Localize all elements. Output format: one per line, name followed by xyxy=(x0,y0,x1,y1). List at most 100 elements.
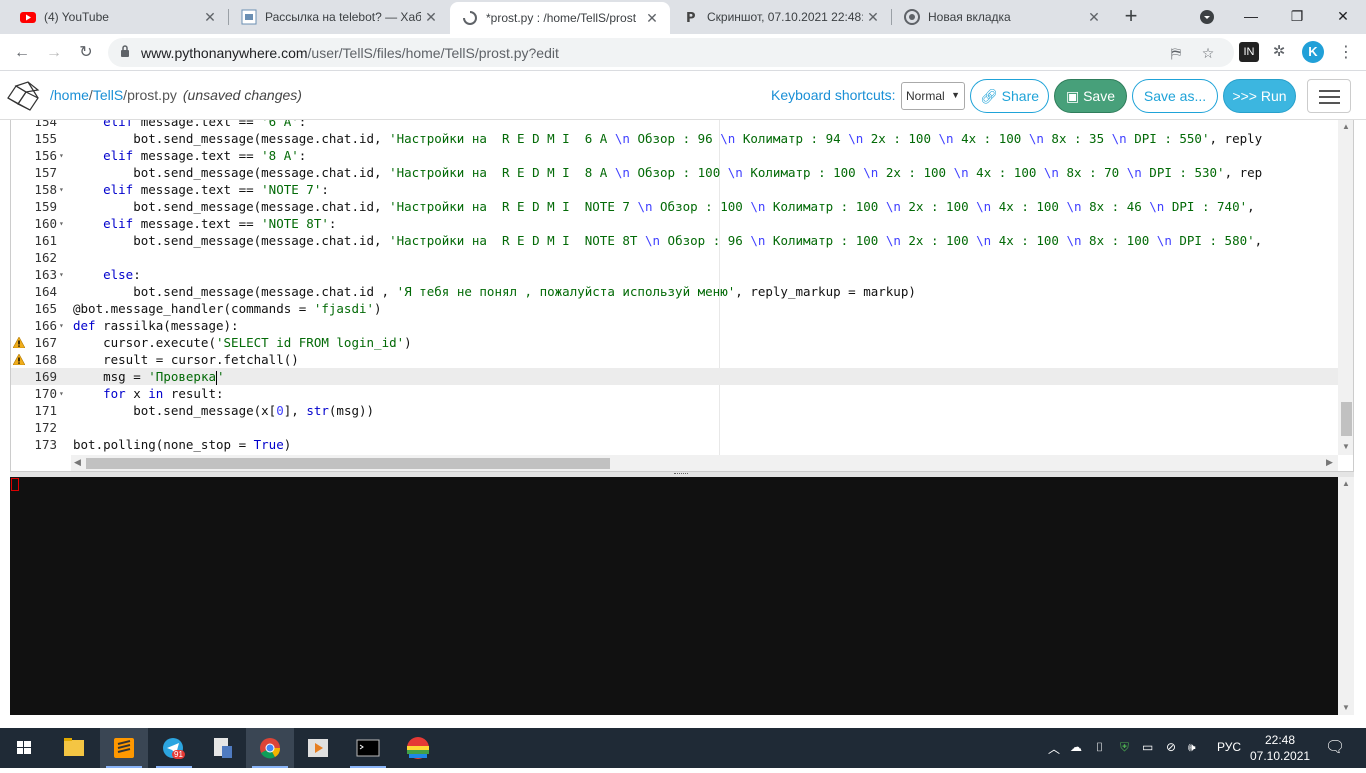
tab-search-icon[interactable] xyxy=(1184,0,1230,34)
code-line[interactable]: 166 ▾ def rassilka(message): xyxy=(11,317,1338,334)
puzzle-extensions-icon[interactable]: ✲ xyxy=(1269,42,1289,62)
taskbar-telegram[interactable]: 91 xyxy=(150,728,198,768)
tab-prost-editor[interactable]: *prost.py : /home/TellS/prost ✕ xyxy=(450,2,670,34)
code-line[interactable]: 159 bot.send_message(message.chat.id, 'Н… xyxy=(11,198,1338,215)
usb-device-icon[interactable]: ⌷ xyxy=(1096,740,1103,755)
save-button[interactable]: ▣ Save xyxy=(1054,79,1127,113)
tab-habr[interactable]: Рассылка на telebot? — Хабр ✕ xyxy=(229,0,449,34)
line-number: 163 xyxy=(34,267,57,282)
close-window-icon[interactable]: ✕ xyxy=(1320,0,1366,34)
taskbar-media-player[interactable] xyxy=(294,728,342,768)
restore-icon[interactable]: ❐ xyxy=(1274,0,1320,34)
address-bar[interactable]: www.pythonanywhere.com/user/TellS/files/… xyxy=(108,38,1234,67)
code-line[interactable]: 160 ▾ elif message.text == 'NOTE 8T': xyxy=(11,215,1338,232)
browser-menu-icon[interactable]: ⋮ xyxy=(1334,41,1358,65)
close-tab-icon[interactable]: ✕ xyxy=(642,10,662,27)
code-text: result = cursor.fetchall() xyxy=(73,352,299,367)
reload-icon[interactable]: ↻ xyxy=(74,41,98,65)
volume-icon[interactable]: 🕪︎ xyxy=(1188,740,1196,755)
taskbar-terminal[interactable] xyxy=(344,728,392,768)
clock-date: 07.10.2021 xyxy=(1250,749,1311,763)
code-line[interactable]: 155 bot.send_message(message.chat.id, 'Н… xyxy=(11,130,1338,147)
fold-arrow-icon[interactable]: ▾ xyxy=(59,181,69,198)
back-icon[interactable]: ← xyxy=(10,41,34,65)
scroll-right-icon[interactable]: ▶ xyxy=(1326,457,1333,468)
fold-arrow-icon[interactable]: ▾ xyxy=(59,385,69,402)
code-line[interactable]: 171 bot.send_message(x[0], str(msg)) xyxy=(11,402,1338,419)
minimize-icon[interactable]: ― xyxy=(1228,0,1274,34)
console-scrollbar[interactable]: ▲ ▼ xyxy=(1338,477,1354,715)
taskbar-sublime[interactable] xyxy=(100,728,148,768)
code-line[interactable]: 164 bot.send_message(message.chat.id , '… xyxy=(11,283,1338,300)
code-text: bot.polling(none_stop = True) xyxy=(73,437,292,452)
keyboard-shortcuts-label[interactable]: Keyboard shortcuts: xyxy=(771,87,896,103)
code-line[interactable]: 156 ▾ elif message.text == '8 A': xyxy=(11,147,1338,164)
close-tab-icon[interactable]: ✕ xyxy=(200,9,220,26)
extension-icon[interactable]: IN xyxy=(1239,42,1259,62)
defender-shield-icon[interactable]: ⛨ xyxy=(1120,740,1129,755)
code-line[interactable]: 172 xyxy=(11,419,1338,436)
sublime-icon xyxy=(114,738,134,758)
code-line[interactable]: 173 bot.polling(none_stop = True) xyxy=(11,436,1338,453)
pythonanywhere-logo[interactable] xyxy=(4,78,44,114)
start-button[interactable] xyxy=(0,728,48,768)
drag-handle-icon[interactable] xyxy=(674,473,688,475)
close-tab-icon[interactable]: ✕ xyxy=(1084,9,1104,26)
scroll-up-icon[interactable]: ▲ xyxy=(1342,122,1350,131)
translate-icon[interactable]: ⛿ xyxy=(1168,45,1184,61)
network-icon[interactable]: ▭ xyxy=(1142,740,1153,754)
scroll-left-icon[interactable]: ◀ xyxy=(74,457,81,468)
code-line[interactable]: 162 xyxy=(11,249,1338,266)
code-line[interactable]: 154 elif message.text == '6 A': xyxy=(11,120,1338,130)
share-button[interactable]: 🔗︎ Share xyxy=(970,79,1049,113)
fold-arrow-icon[interactable]: ▾ xyxy=(59,317,69,334)
scroll-thumb[interactable] xyxy=(86,458,610,469)
code-editor[interactable]: 154 elif message.text == '6 A': 155 bot.s… xyxy=(10,120,1354,471)
code-line[interactable]: 161 bot.send_message(message.chat.id, 'Н… xyxy=(11,232,1338,249)
editor-horizontal-scrollbar[interactable]: ◀ ▶ xyxy=(71,455,1338,471)
bookmark-star-icon[interactable]: ☆ xyxy=(1200,45,1216,61)
code-line[interactable]: 165 @bot.message_handler(commands = 'fjas… xyxy=(11,300,1338,317)
save-as-button[interactable]: Save as... xyxy=(1132,79,1218,113)
line-number: 162 xyxy=(34,250,57,265)
code-line[interactable]: 168 result = cursor.fetchall() xyxy=(11,351,1338,368)
bash-console[interactable] xyxy=(10,477,1338,715)
notifications-icon[interactable]: 🗨︎ xyxy=(1325,737,1345,757)
breadcrumb-home[interactable]: /home xyxy=(50,87,89,103)
wifi-off-icon[interactable]: ⊘ xyxy=(1166,740,1176,754)
input-language[interactable]: РУС xyxy=(1217,740,1241,754)
code-line[interactable]: 170 ▾ for x in result: xyxy=(11,385,1338,402)
new-tab-button[interactable]: + xyxy=(1119,5,1143,29)
tab-new-tab[interactable]: Новая вкладка ✕ xyxy=(892,0,1112,34)
scroll-thumb[interactable] xyxy=(1341,402,1352,436)
tab-screenshot[interactable]: P Скриншот, 07.10.2021 22:48: ✕ xyxy=(671,0,891,34)
code-line[interactable]: 163 ▾ else: xyxy=(11,266,1338,283)
taskbar-file-explorer[interactable] xyxy=(50,728,98,768)
editor-vertical-scrollbar[interactable]: ▲ ▼ xyxy=(1338,120,1353,455)
scroll-down-icon[interactable]: ▼ xyxy=(1342,703,1350,712)
hamburger-menu-icon[interactable] xyxy=(1307,79,1351,113)
tray-chevron-up-icon[interactable]: ︿ xyxy=(1048,740,1060,757)
close-tab-icon[interactable]: ✕ xyxy=(421,9,441,26)
taskbar-clock[interactable]: 22:48 07.10.2021 xyxy=(1250,732,1310,764)
code-line[interactable]: 169 msg = 'Проверка' xyxy=(11,368,1338,385)
fold-arrow-icon[interactable]: ▾ xyxy=(59,266,69,283)
code-line[interactable]: 158 ▾ elif message.text == 'NOTE 7': xyxy=(11,181,1338,198)
forward-icon[interactable]: → xyxy=(42,41,66,65)
keyboard-mode-select[interactable]: Normal ▼ xyxy=(901,82,965,110)
code-line[interactable]: 167 cursor.execute('SELECT id FROM login… xyxy=(11,334,1338,351)
fold-arrow-icon[interactable]: ▾ xyxy=(59,215,69,232)
onedrive-cloud-icon[interactable]: ☁ xyxy=(1070,740,1082,754)
tab-youtube[interactable]: (4) YouTube ✕ xyxy=(8,0,228,34)
breadcrumb-user[interactable]: TellS xyxy=(93,87,123,103)
taskbar-documents[interactable] xyxy=(198,728,246,768)
run-button[interactable]: >>> Run xyxy=(1223,79,1296,113)
scroll-up-icon[interactable]: ▲ xyxy=(1342,479,1350,488)
fold-arrow-icon[interactable]: ▾ xyxy=(59,147,69,164)
scroll-down-icon[interactable]: ▼ xyxy=(1342,442,1350,451)
close-tab-icon[interactable]: ✕ xyxy=(863,9,883,26)
code-line[interactable]: 157 bot.send_message(message.chat.id, 'Н… xyxy=(11,164,1338,181)
taskbar-chrome[interactable] xyxy=(246,728,294,768)
taskbar-lgbt-app[interactable] xyxy=(394,728,442,768)
profile-avatar[interactable]: K xyxy=(1302,41,1324,63)
